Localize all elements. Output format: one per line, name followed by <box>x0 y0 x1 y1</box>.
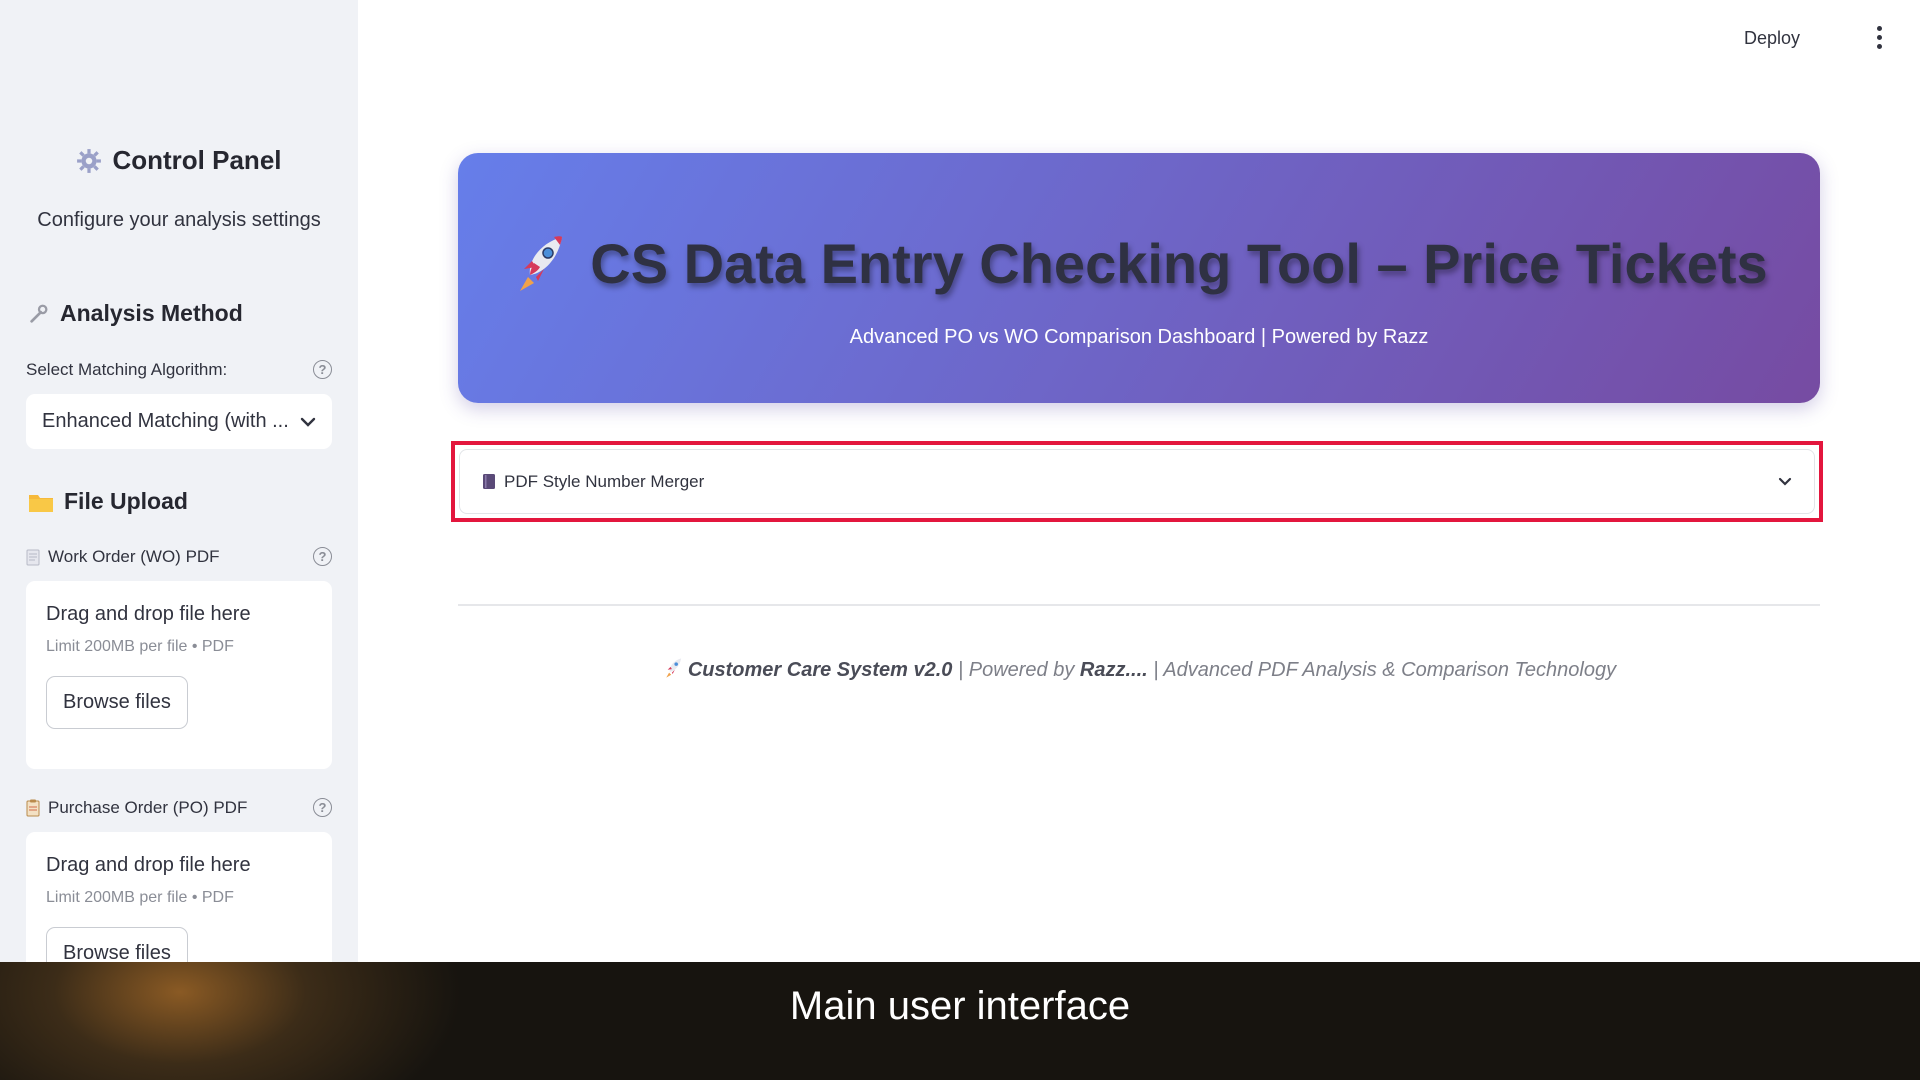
dropzone-limit: Limit 200MB per file • PDF <box>46 889 234 906</box>
expander-label: PDF Style Number Merger <box>482 472 704 492</box>
po-pdf-label: Purchase Order (PO) PDF <box>26 798 247 818</box>
chevron-down-icon <box>1778 477 1792 486</box>
footer-powered-prefix: | Powered by <box>952 659 1080 681</box>
analysis-method-title: Analysis Method <box>60 300 243 326</box>
wo-pdf-label: Work Order (WO) PDF <box>26 547 220 567</box>
dropzone-text: Drag and drop file here <box>46 854 251 876</box>
more-menu-icon[interactable] <box>1877 26 1883 49</box>
help-icon[interactable]: ? <box>313 798 332 817</box>
footer-tail: | Advanced PDF Analysis & Comparison Tec… <box>1147 659 1617 681</box>
hero-subtitle: Advanced PO vs WO Comparison Dashboard |… <box>849 325 1429 348</box>
wo-pdf-label-text: Work Order (WO) PDF <box>48 547 220 566</box>
divider <box>458 604 1820 606</box>
document-icon <box>26 549 40 566</box>
browse-files-button[interactable]: Browse files <box>46 676 188 729</box>
sidebar: Control Panel Configure your analysis se… <box>0 0 358 962</box>
pdf-style-number-merger-expander[interactable]: PDF Style Number Merger <box>459 449 1815 514</box>
chevron-down-icon <box>300 417 316 427</box>
dropzone-limit: Limit 200MB per file • PDF <box>46 638 234 655</box>
hero-banner: CS Data Entry Checking Tool – Price Tick… <box>458 153 1820 403</box>
sidebar-title-text: Control Panel <box>112 145 282 175</box>
help-icon[interactable]: ? <box>313 360 332 379</box>
expander-label-text: PDF Style Number Merger <box>504 471 705 491</box>
help-icon[interactable]: ? <box>313 547 332 566</box>
footer-system-name: Customer Care System v2.0 <box>687 659 953 681</box>
file-upload-title: File Upload <box>64 488 188 514</box>
file-upload-heading: File Upload <box>28 488 188 515</box>
caption-bar: Main user interface <box>0 962 1920 1080</box>
clipboard-icon <box>26 799 40 817</box>
po-file-dropzone[interactable]: Drag and drop file here Limit 200MB per … <box>26 832 332 962</box>
browse-files-button[interactable]: Browse files <box>46 927 188 962</box>
rocket-icon <box>662 657 684 679</box>
deploy-button[interactable]: Deploy <box>1744 28 1800 49</box>
footer: Customer Care System v2.0 | Powered by R… <box>458 657 1820 682</box>
footer-powered-name: Razz.... <box>1079 659 1148 681</box>
sidebar-header: Control Panel Configure your analysis se… <box>0 145 358 232</box>
caption-text: Main user interface <box>789 983 1131 1028</box>
book-icon <box>482 473 496 490</box>
po-pdf-label-text: Purchase Order (PO) PDF <box>48 798 248 817</box>
dropzone-text: Drag and drop file here <box>46 603 251 625</box>
matching-algorithm-select[interactable]: Enhanced Matching (with ... <box>26 394 332 449</box>
sidebar-subtitle: Configure your analysis settings <box>37 208 321 231</box>
wrench-icon <box>28 303 50 325</box>
wo-file-dropzone[interactable]: Drag and drop file here Limit 200MB per … <box>26 581 332 769</box>
gear-icon <box>76 148 102 174</box>
matching-algorithm-label: Select Matching Algorithm: <box>26 360 228 379</box>
selected-algorithm: Enhanced Matching (with ... <box>42 410 289 432</box>
sidebar-title: Control Panel <box>76 145 282 176</box>
rocket-icon <box>510 233 568 295</box>
folder-icon <box>28 491 54 513</box>
analysis-method-heading: Analysis Method <box>28 300 243 327</box>
hero-title-text: CS Data Entry Checking Tool – Price Tick… <box>590 232 1768 295</box>
hero-title: CS Data Entry Checking Tool – Price Tick… <box>510 231 1768 296</box>
